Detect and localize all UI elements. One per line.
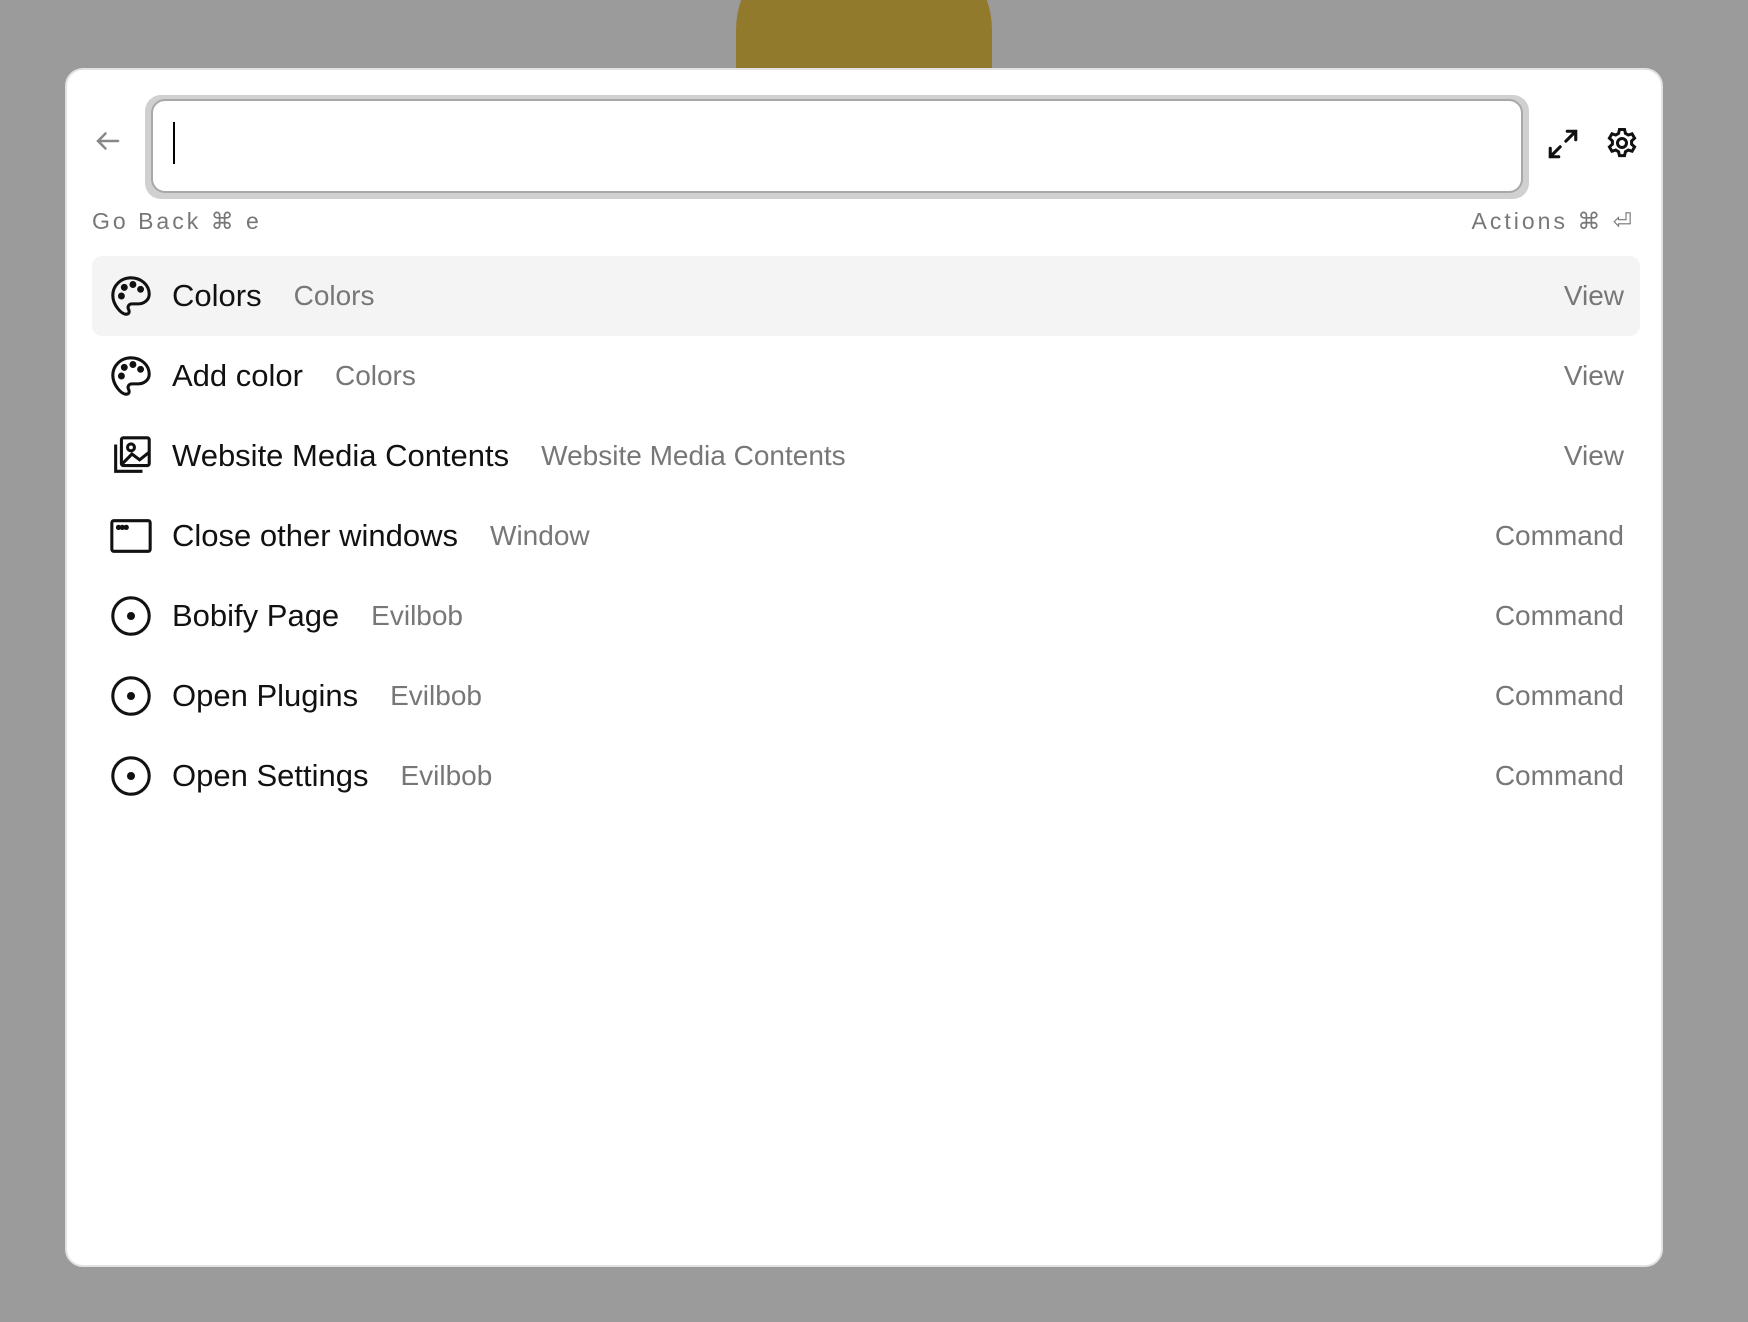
images-icon	[108, 433, 154, 479]
list-item[interactable]: Close other windows Window Command	[92, 496, 1640, 576]
item-subtitle: Window	[490, 520, 590, 551]
list-item[interactable]: Open Settings Evilbob Command	[92, 736, 1640, 816]
circle-dot-icon	[108, 593, 154, 639]
results-list: Colors Colors View Add color Colors View…	[92, 256, 1640, 816]
background-shape	[736, 0, 992, 68]
item-subtitle: Colors	[334, 360, 416, 391]
item-type: Command	[1494, 760, 1624, 791]
item-title: Bobify Page	[172, 598, 340, 633]
list-item[interactable]: Bobify Page Evilbob Command	[92, 576, 1640, 656]
item-subtitle: Colors	[293, 280, 375, 311]
item-subtitle: Evilbob	[390, 680, 482, 711]
item-subtitle: Evilbob	[400, 760, 493, 791]
list-item[interactable]: Colors Colors View	[92, 256, 1640, 336]
item-type: View	[1563, 360, 1624, 391]
item-title: Open Settings	[172, 758, 369, 793]
item-type: Command	[1494, 520, 1624, 551]
palette-icon	[108, 353, 154, 399]
command-palette: Go Back ⌘ e Actions ⌘ ⏎ Colors Colors Vi…	[65, 68, 1663, 1267]
window-icon	[108, 513, 154, 559]
item-title: Website Media Contents	[172, 438, 510, 473]
palette-icon	[108, 273, 154, 319]
item-title: Close other windows	[172, 518, 459, 553]
list-item[interactable]: Open Plugins Evilbob Command	[92, 656, 1640, 736]
item-type: View	[1563, 280, 1624, 311]
item-subtitle: Evilbob	[371, 600, 464, 631]
text-caret	[173, 122, 175, 164]
item-subtitle: Website Media Contents	[541, 440, 846, 471]
item-type: View	[1563, 440, 1624, 471]
item-type: Command	[1494, 680, 1624, 711]
circle-dot-icon	[108, 753, 154, 799]
actions-hint[interactable]: Actions ⌘ ⏎	[1472, 208, 1635, 235]
item-title: Open Plugins	[172, 678, 359, 713]
search-field	[145, 95, 1529, 199]
list-item[interactable]: Website Media Contents Website Media Con…	[92, 416, 1640, 496]
circle-dot-icon	[108, 673, 154, 719]
go-back-hint: Go Back ⌘ e	[92, 208, 262, 234]
item-title: Add color	[172, 358, 303, 393]
back-arrow-icon[interactable]	[93, 126, 123, 156]
gear-icon[interactable]	[1604, 125, 1640, 161]
search-input[interactable]	[151, 99, 1523, 193]
list-item[interactable]: Add color Colors View	[92, 336, 1640, 416]
item-type: Command	[1494, 600, 1624, 631]
item-title: Colors	[172, 278, 262, 313]
expand-icon[interactable]	[1546, 127, 1580, 161]
